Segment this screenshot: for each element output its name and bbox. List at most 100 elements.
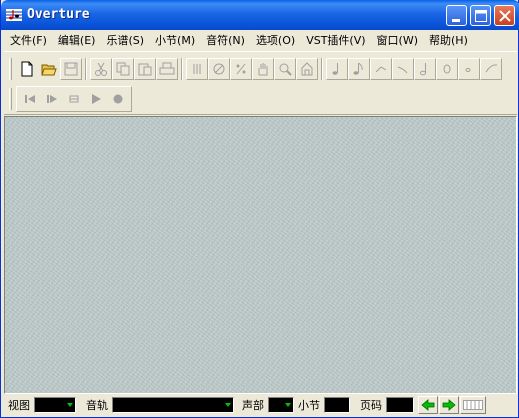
page-field[interactable] [386, 397, 414, 413]
page-label: 页码 [360, 399, 382, 412]
chevron-down-icon [67, 403, 73, 407]
next-page-button[interactable] [439, 396, 459, 414]
percent-tool-button[interactable] [230, 58, 252, 80]
view-label: 视图 [8, 399, 30, 412]
voice-label: 声部 [242, 399, 264, 412]
title-bar[interactable]: Overture [1, 0, 519, 30]
transport-controls [16, 86, 132, 112]
prev-page-button[interactable] [418, 396, 438, 414]
minimize-icon [452, 19, 460, 22]
eighth-note-icon [353, 62, 363, 75]
chevron-down-icon [285, 403, 291, 407]
piano-keyboard-icon [463, 400, 483, 410]
menu-window[interactable]: 窗口(W) [371, 32, 423, 48]
minimize-button[interactable] [446, 5, 467, 26]
print-icon [159, 62, 175, 75]
keyboard-tool-icon [301, 62, 313, 76]
grace-note-button[interactable] [370, 58, 392, 80]
view-select[interactable] [34, 397, 76, 413]
tie-icon [485, 64, 498, 73]
half-note-icon [420, 63, 426, 76]
quarter-note-icon [332, 63, 338, 75]
hand-tool-button[interactable] [252, 58, 274, 80]
menu-measure[interactable]: 小节(M) [149, 32, 200, 48]
copy-button[interactable] [112, 58, 134, 80]
zoom-tool-button[interactable] [274, 58, 296, 80]
paste-icon [138, 63, 152, 76]
play-from-start-icon [47, 95, 57, 103]
main-toolbar [4, 54, 517, 84]
new-file-button[interactable] [16, 58, 38, 80]
measure-field[interactable] [324, 397, 350, 413]
track-label: 音轨 [86, 399, 108, 412]
transport-toolbar [4, 84, 132, 114]
close-icon [499, 10, 511, 22]
play-button[interactable] [85, 88, 107, 110]
hand-tool-icon [258, 63, 268, 76]
half-note-button[interactable] [414, 58, 436, 80]
menu-help[interactable]: 帮助(H) [423, 32, 473, 48]
menu-edit[interactable]: 编辑(E) [52, 32, 101, 48]
toolbar-grip[interactable] [9, 88, 12, 110]
print-button[interactable] [156, 58, 178, 80]
status-bar: 视图 音轨 声部 小节 页码 [4, 395, 517, 415]
menu-file[interactable]: 文件(F) [4, 32, 52, 48]
toolbar-separator [85, 58, 87, 80]
stop-button[interactable] [107, 88, 129, 110]
arrow-right-icon [442, 399, 456, 411]
maximize-button[interactable] [470, 5, 491, 26]
stop-icon [113, 94, 123, 104]
save-disk-icon [64, 62, 78, 76]
slur-icon [397, 66, 408, 74]
toolbar-area [4, 51, 517, 115]
open-folder-icon [41, 64, 57, 76]
toolbar-grip[interactable] [9, 58, 12, 80]
percent-tool-icon [236, 63, 246, 75]
track-select[interactable] [112, 397, 234, 413]
fermata-tool-icon [193, 64, 201, 74]
grace-note-icon [375, 66, 387, 73]
toolbar-separator [181, 58, 183, 80]
cut-button[interactable] [90, 58, 112, 80]
dotted-note-icon [465, 68, 471, 72]
new-file-icon [21, 61, 33, 77]
erase-tool-button[interactable] [208, 58, 230, 80]
paste-button[interactable] [134, 58, 156, 80]
score-workspace[interactable] [4, 116, 517, 394]
maximize-icon [475, 10, 487, 22]
whole-note-button[interactable] [436, 58, 458, 80]
music-note-app-icon[interactable] [6, 8, 22, 22]
fermata-tool-button[interactable] [186, 58, 208, 80]
save-button[interactable] [60, 58, 82, 80]
app-window: Overture 文件(F) 编辑(E) 乐谱(S) 小节(M) 音符(N) 选… [0, 0, 519, 418]
keyboard-tool-button[interactable] [296, 58, 318, 80]
menu-bar: 文件(F) 编辑(E) 乐谱(S) 小节(M) 音符(N) 选项(O) VST插… [4, 30, 517, 50]
rewind-button[interactable] [19, 88, 41, 110]
rewind-icon [25, 95, 35, 103]
tie-button[interactable] [480, 58, 502, 80]
play-icon [92, 94, 101, 104]
menu-note[interactable]: 音符(N) [200, 32, 250, 48]
quarter-note-button[interactable] [326, 58, 348, 80]
play-from-start-button[interactable] [41, 88, 63, 110]
window-title: Overture [27, 7, 90, 22]
dotted-note-button[interactable] [458, 58, 480, 80]
open-file-button[interactable] [38, 58, 60, 80]
menu-score[interactable]: 乐谱(S) [100, 32, 149, 48]
arrow-left-icon [421, 399, 435, 411]
cut-icon [95, 62, 107, 76]
voice-select[interactable] [268, 397, 294, 413]
keyboard-toggle-button[interactable] [460, 396, 486, 414]
whole-note-icon [443, 64, 451, 74]
slur-button[interactable] [392, 58, 414, 80]
erase-tool-icon [213, 63, 225, 75]
copy-icon [116, 62, 130, 76]
step-icon [69, 95, 79, 103]
eighth-note-button[interactable] [348, 58, 370, 80]
zoom-tool-icon [279, 63, 292, 76]
menu-vst-plugins[interactable]: VST插件(V) [300, 32, 370, 48]
measure-label: 小节 [298, 399, 320, 412]
close-button[interactable] [494, 5, 515, 26]
menu-options[interactable]: 选项(O) [250, 32, 300, 48]
step-button[interactable] [63, 88, 85, 110]
